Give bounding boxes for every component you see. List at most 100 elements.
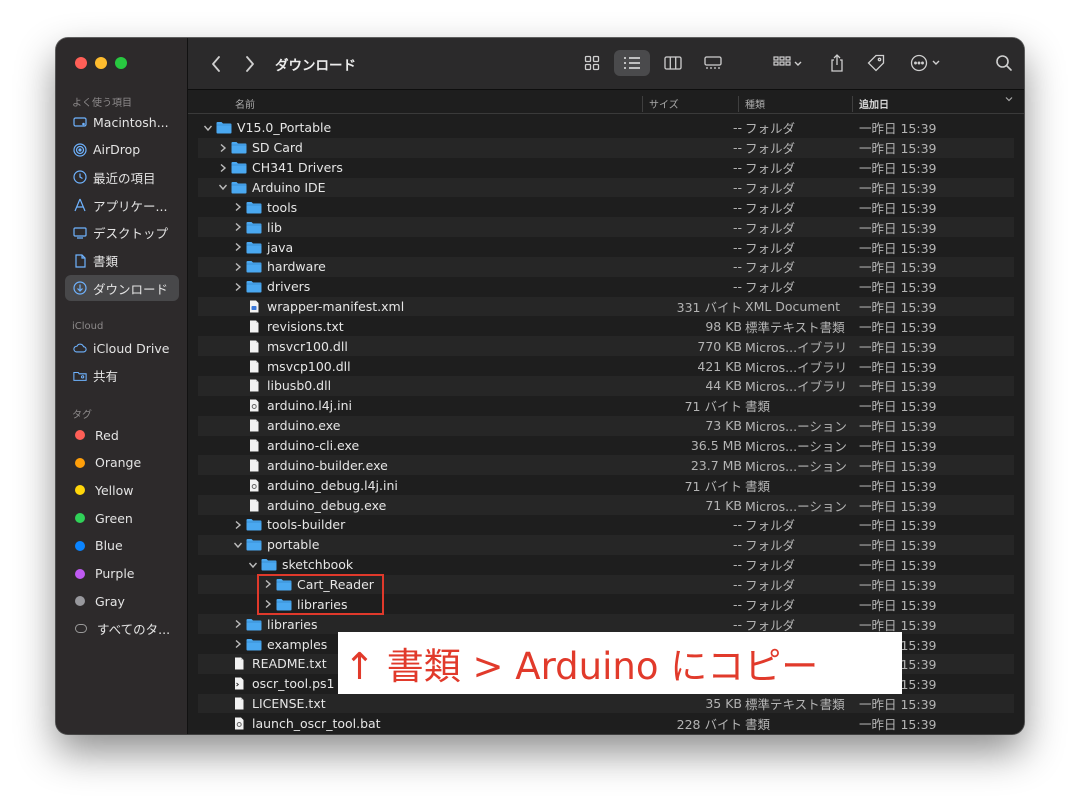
chevron-right-icon[interactable]: [232, 221, 244, 233]
file-date: 一昨日 15:39: [859, 399, 937, 415]
icon-view-button[interactable]: [578, 50, 606, 76]
chevron-right-icon[interactable]: [232, 261, 244, 273]
file-name: arduino-cli.exe: [267, 438, 360, 454]
file-size: 228 バイト: [676, 716, 742, 732]
table-row[interactable]: V15.0_Portable -- フォルダ 一昨日 15:39: [198, 118, 1014, 138]
sidebar-item-gray[interactable]: Gray: [65, 588, 179, 614]
chevron-right-icon[interactable]: [232, 241, 244, 253]
applications-icon: [73, 198, 87, 212]
gallery-view-button[interactable]: [698, 50, 728, 76]
toolbar: ダウンロード: [188, 38, 1024, 90]
file-icon: [246, 399, 267, 412]
highlight-box: [257, 574, 384, 615]
file-date: 一昨日 15:39: [859, 558, 937, 574]
sidebar-item-[interactable]: 共有: [65, 363, 179, 389]
table-row[interactable]: wrapper-manifest.xml 331 バイト XML Document 一…: [198, 296, 1014, 317]
table-row[interactable]: msvcp100.dll 421 KB Micros...イブラリ 一昨日 15:39: [198, 356, 1014, 376]
table-row[interactable]: arduino.l4j.ini 71 バイト 書類 一昨日 15:39: [198, 396, 1014, 416]
file-icon: [246, 459, 267, 472]
close-button[interactable]: [75, 57, 87, 69]
table-row[interactable]: arduino-cli.exe 36.5 MB Micros...ーション 一昨日 1…: [198, 436, 1014, 456]
chevron-right-icon[interactable]: [217, 142, 229, 154]
chevron-right-icon[interactable]: [232, 618, 244, 630]
file-name: tools-builder: [267, 517, 346, 533]
table-row[interactable]: drivers -- フォルダ 一昨日 15:39: [198, 277, 1014, 297]
table-row[interactable]: CH341 Drivers -- フォルダ 一昨日 15:39: [198, 158, 1014, 178]
file-date: 一昨日 15:39: [859, 716, 937, 732]
sidebar-item-blue[interactable]: Blue: [65, 533, 179, 559]
sidebar-item-green[interactable]: Green: [65, 505, 179, 531]
finder-window: よく使う項目 Macintosh... AirDrop 最近の項目 アプリケー... デ…: [56, 38, 1024, 734]
sidebar-item-airdrop[interactable]: AirDrop: [65, 137, 179, 163]
tag-button[interactable]: [864, 50, 888, 76]
action-button[interactable]: [906, 50, 946, 76]
sidebar-item-red[interactable]: Red: [65, 422, 179, 448]
table-row[interactable]: revisions.txt 98 KB 標準テキスト書類 一昨日 15:39: [198, 317, 1014, 337]
file-name-cell: revisions.txt: [232, 319, 344, 334]
column-kind[interactable]: 種類: [745, 96, 765, 111]
table-row[interactable]: hardware -- フォルダ 一昨日 15:39: [198, 256, 1014, 277]
zoom-button[interactable]: [115, 57, 127, 69]
column-date[interactable]: 追加日: [859, 96, 889, 111]
table-row[interactable]: Arduino IDE -- フォルダ 一昨日 15:39: [198, 177, 1014, 198]
back-button[interactable]: [204, 52, 228, 76]
chevron-down-icon[interactable]: [202, 122, 214, 134]
file-kind: フォルダ: [745, 518, 796, 534]
sidebar-item-icloud-drive[interactable]: iCloud Drive: [65, 335, 179, 361]
table-row[interactable]: arduino-builder.exe 23.7 MB Micros...ーション一…: [198, 455, 1014, 476]
table-row[interactable]: arduino_debug.l4j.ini 71 バイト 書類 一昨日 15:39: [198, 475, 1014, 495]
list-view-button[interactable]: [614, 50, 650, 76]
table-row[interactable]: LICENSE.txt 35 KB 標準テキスト書類 一昨日 15:39: [198, 693, 1014, 714]
table-row[interactable]: tools-builder -- フォルダ 一昨日 15:39: [198, 515, 1014, 535]
file-kind: XML Document: [745, 299, 841, 315]
sidebar-item-[interactable]: デスクトップ: [65, 220, 179, 246]
table-row[interactable]: launch_oscr_tool.bat 228 バイト 書類 一昨日 15:39: [198, 714, 1014, 734]
more-icon: [910, 54, 940, 72]
sort-chevron-icon[interactable]: [1004, 94, 1014, 107]
table-row[interactable]: tools -- フォルダ 一昨日 15:39: [198, 197, 1014, 217]
tag-color-icon: [75, 624, 87, 634]
chevron-right-icon[interactable]: [232, 519, 244, 531]
sidebar-item-[interactable]: 最近の項目: [65, 164, 179, 190]
table-row[interactable]: msvcr100.dll 770 KB Micros...イブラリ 一昨日 15:39: [198, 336, 1014, 357]
group-button[interactable]: [768, 50, 808, 76]
table-row[interactable]: lib -- フォルダ 一昨日 15:39: [198, 217, 1014, 238]
chevron-right-icon[interactable]: [232, 638, 244, 650]
sidebar-item-label: AirDrop: [93, 142, 141, 158]
sidebar-item-[interactable]: 書類: [65, 248, 179, 274]
sidebar-item-macintosh[interactable]: Macintosh...: [65, 109, 179, 135]
file-kind: フォルダ: [745, 538, 796, 554]
table-row[interactable]: SD Card -- フォルダ 一昨日 15:39: [198, 137, 1014, 158]
forward-button[interactable]: [238, 52, 262, 76]
chevron-right-icon[interactable]: [232, 201, 244, 213]
column-view-button[interactable]: [658, 50, 688, 76]
sidebar-item-[interactable]: すべてのタ...: [65, 616, 179, 642]
table-row[interactable]: libusb0.dll 44 KB Micros...イブラリ 一昨日 15:39: [198, 376, 1014, 396]
share-button[interactable]: [826, 50, 848, 76]
table-row[interactable]: sketchbook -- フォルダ 一昨日 15:39: [198, 555, 1014, 575]
chevron-right-icon[interactable]: [232, 281, 244, 293]
folder-icon: [246, 221, 267, 234]
sidebar-item-purple[interactable]: Purple: [65, 561, 179, 587]
file-name-cell: CH341 Drivers: [217, 160, 343, 175]
chevron-down-icon[interactable]: [232, 539, 244, 551]
table-row[interactable]: java -- フォルダ 一昨日 15:39: [198, 237, 1014, 257]
table-row[interactable]: arduino_debug.exe 71 KB Micros...ーション 一昨日 1…: [198, 495, 1014, 515]
table-row[interactable]: portable -- フォルダ 一昨日 15:39: [198, 534, 1014, 555]
search-button[interactable]: [992, 50, 1016, 76]
chevron-down-icon[interactable]: [247, 559, 259, 571]
column-name[interactable]: 名前: [235, 96, 255, 111]
file-kind: フォルダ: [745, 240, 796, 256]
chevron-down-icon[interactable]: [217, 181, 229, 193]
sidebar-item-[interactable]: ダウンロード: [65, 275, 179, 302]
table-row[interactable]: arduino.exe 73 KB Micros...ーション 一昨日 15:39: [198, 415, 1014, 436]
minimize-button[interactable]: [95, 57, 107, 69]
sidebar-item-label: Purple: [95, 566, 135, 581]
sidebar-item-orange[interactable]: Orange: [65, 450, 179, 476]
chevron-right-icon[interactable]: [217, 162, 229, 174]
sidebar-item-yellow[interactable]: Yellow: [65, 477, 179, 503]
tags-section-label: タグ: [72, 410, 92, 421]
column-size[interactable]: サイズ: [649, 96, 679, 111]
sidebar-item-[interactable]: アプリケー...: [65, 192, 179, 218]
